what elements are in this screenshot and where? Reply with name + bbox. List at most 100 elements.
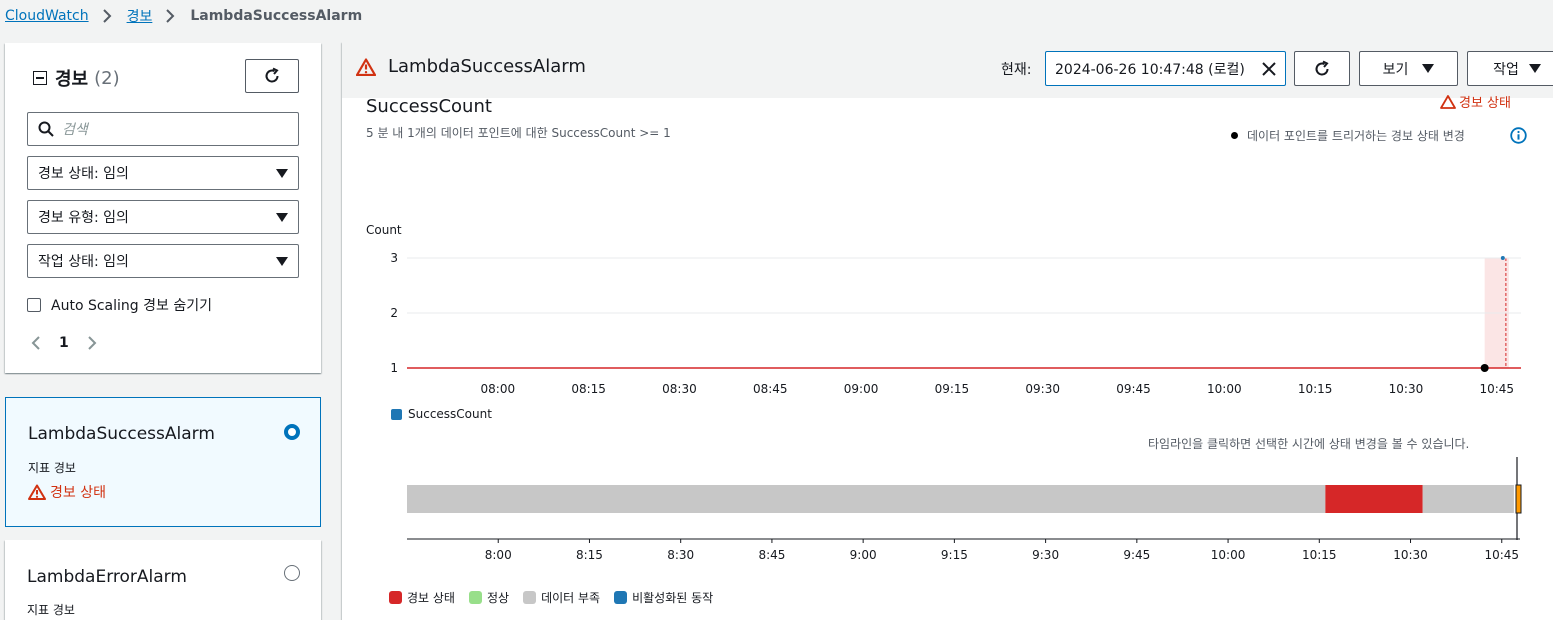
alarm-card-lambda-success[interactable]: LambdaSuccessAlarm 지표 경보 경보 상태 xyxy=(5,397,321,527)
timeline-legend-item[interactable]: 비활성화된 동작 xyxy=(614,589,713,606)
action-state-value: 작업 상태: 임의 xyxy=(38,254,129,270)
alarm-card-type: 지표 경보 xyxy=(28,461,76,475)
timeline-tick-label: 8:45 xyxy=(758,548,785,562)
current-time-input[interactable]: 2024-06-26 10:47:48 (로컬) xyxy=(1045,51,1286,86)
state-timeline[interactable]: 8:00 8:15 8:30 8:45 9:00 9:15 9:30 9:45 10:00 10:… xyxy=(380,455,1540,570)
breadcrumb-cloudwatch-link[interactable]: CloudWatch xyxy=(5,8,89,24)
y-axis-label: Count xyxy=(366,223,402,237)
timeline-legend-label: 경보 상태 xyxy=(407,591,455,605)
search-placeholder: 검색 xyxy=(62,122,88,138)
breadcrumb: CloudWatch 경보 LambdaSuccessAlarm xyxy=(5,6,362,26)
refresh-alarms-button[interactable] xyxy=(245,59,299,93)
alarm-select-radio[interactable] xyxy=(284,424,300,440)
timeline-tick-label: 10:45 xyxy=(1484,548,1519,562)
caret-down-icon xyxy=(276,212,288,222)
timeline-tick-label: 9:45 xyxy=(1123,548,1150,562)
timeline-tick-label: 10:30 xyxy=(1393,548,1428,562)
page-number[interactable]: 1 xyxy=(59,335,69,351)
current-time-marker xyxy=(1515,484,1522,514)
x-tick-label: 08:00 xyxy=(481,382,516,396)
legend-swatch xyxy=(523,591,537,604)
action-state-select[interactable]: 작업 상태: 임의 xyxy=(27,244,299,278)
actions-dropdown-button[interactable]: 작업 xyxy=(1467,51,1553,86)
state-corner-text: 경보 상태 xyxy=(1459,96,1511,111)
warning-icon xyxy=(28,484,46,500)
metric-title: SuccessCount xyxy=(366,96,492,117)
chevron-right-icon xyxy=(162,8,178,24)
x-tick-label: 10:15 xyxy=(1298,382,1333,396)
hide-autoscaling-checkbox[interactable] xyxy=(27,298,41,312)
refresh-icon xyxy=(265,67,279,83)
timeline-legend-label: 비활성화된 동작 xyxy=(632,591,714,605)
x-tick-label: 09:00 xyxy=(844,382,879,396)
close-icon[interactable] xyxy=(1261,61,1277,77)
refresh-icon xyxy=(1315,60,1329,75)
chevron-right-icon[interactable] xyxy=(87,335,97,351)
legend-trigger-text: 데이터 포인트를 트리거하는 경보 상태 변경 xyxy=(1247,129,1465,143)
y-tick-label: 1 xyxy=(390,361,398,375)
timeline-legend-label: 데이터 부족 xyxy=(541,591,601,605)
timeline-legend-label: 정상 xyxy=(486,591,510,605)
alarm-card-name: LambdaSuccessAlarm xyxy=(28,424,215,444)
actions-button-label: 작업 xyxy=(1493,61,1519,78)
metric-legend[interactable]: SuccessCount xyxy=(391,407,492,421)
trigger-dot-icon xyxy=(1231,132,1238,139)
alarm-state-select[interactable]: 경보 상태: 임의 xyxy=(27,156,299,190)
y-tick-label: 3 xyxy=(390,251,398,265)
x-tick-label: 10:45 xyxy=(1479,382,1514,396)
detail-alarm-name: LambdaSuccessAlarm xyxy=(388,56,586,77)
legend-trigger: 데이터 포인트를 트리거하는 경보 상태 변경 xyxy=(1231,127,1465,144)
state-corner: 경보 상태 xyxy=(1440,92,1511,111)
warning-icon xyxy=(356,57,376,76)
alarm-card-name: LambdaErrorAlarm xyxy=(27,567,187,587)
alarm-type-select[interactable]: 경보 유형: 임의 xyxy=(27,200,299,234)
x-tick-label: 10:00 xyxy=(1207,382,1242,396)
caret-down-icon xyxy=(1422,64,1435,73)
alarms-filter-panel: 경보 (2) 검색 경보 상태: 임의 경보 유형: 임의 작업 상태: 임의 … xyxy=(5,43,321,373)
x-tick-label: 09:30 xyxy=(1025,382,1060,396)
alarm-select-radio[interactable] xyxy=(284,565,300,581)
alarms-panel-title: 경보 (2) xyxy=(33,65,120,91)
data-point xyxy=(1500,256,1505,260)
caret-down-icon xyxy=(276,256,288,266)
x-tick-label: 08:15 xyxy=(571,382,606,396)
timeline-tick-label: 10:00 xyxy=(1211,548,1246,562)
warning-icon xyxy=(1440,94,1456,109)
current-time-label: 현재: xyxy=(1001,62,1032,78)
legend-swatch xyxy=(468,591,482,604)
timeline-legend-item[interactable]: 경보 상태 xyxy=(389,589,455,606)
alarms-panel-title-text: 경보 xyxy=(55,69,89,90)
alarm-card-state: 경보 상태 xyxy=(28,482,106,502)
current-time-value: 2024-06-26 10:47:48 (로컬) xyxy=(1055,61,1245,78)
alarm-type-value: 경보 유형: 임의 xyxy=(38,210,129,226)
timeline-segment-insufficient xyxy=(407,485,1326,513)
timeline-legend-item[interactable]: 정상 xyxy=(468,589,510,606)
x-tick-label: 10:30 xyxy=(1389,382,1424,396)
timeline-tick-label: 8:15 xyxy=(576,548,603,562)
timeline-legend: 경보 상태 정상 데이터 부족 비활성화된 동작 xyxy=(389,589,727,606)
alarm-card-lambda-error[interactable]: LambdaErrorAlarm 지표 경보 xyxy=(5,540,321,620)
legend-swatch xyxy=(389,591,402,604)
metric-chart[interactable]: 3 2 1 08:00 08:15 08:30 08:45 09:00 09:15 09:30 09… xyxy=(380,240,1540,405)
timeline-legend-item[interactable]: 데이터 부족 xyxy=(523,589,600,606)
collapse-icon[interactable] xyxy=(33,71,47,85)
view-button-label: 보기 xyxy=(1382,61,1409,78)
x-tick-label: 09:45 xyxy=(1116,382,1151,396)
breadcrumb-alarms-link[interactable]: 경보 xyxy=(127,6,153,26)
timeline-tick-label: 9:30 xyxy=(1032,548,1059,562)
refresh-detail-button[interactable] xyxy=(1294,51,1350,86)
hide-autoscaling-row[interactable]: Auto Scaling 경보 숨기기 xyxy=(27,295,212,315)
timeline-tick-label: 10:15 xyxy=(1302,548,1337,562)
chevron-left-icon[interactable] xyxy=(31,335,41,351)
x-tick-label: 08:45 xyxy=(753,382,788,396)
chevron-right-icon xyxy=(99,8,115,24)
search-icon xyxy=(38,121,54,137)
legend-swatch xyxy=(614,591,628,604)
info-icon[interactable] xyxy=(1510,127,1527,144)
search-input[interactable]: 검색 xyxy=(27,112,299,146)
x-tick-label: 09:15 xyxy=(935,382,970,396)
view-dropdown-button[interactable]: 보기 xyxy=(1359,51,1458,86)
alarms-count: (2) xyxy=(94,67,120,89)
breadcrumb-current: LambdaSuccessAlarm xyxy=(190,8,363,24)
legend-series-name: SuccessCount xyxy=(408,407,492,421)
